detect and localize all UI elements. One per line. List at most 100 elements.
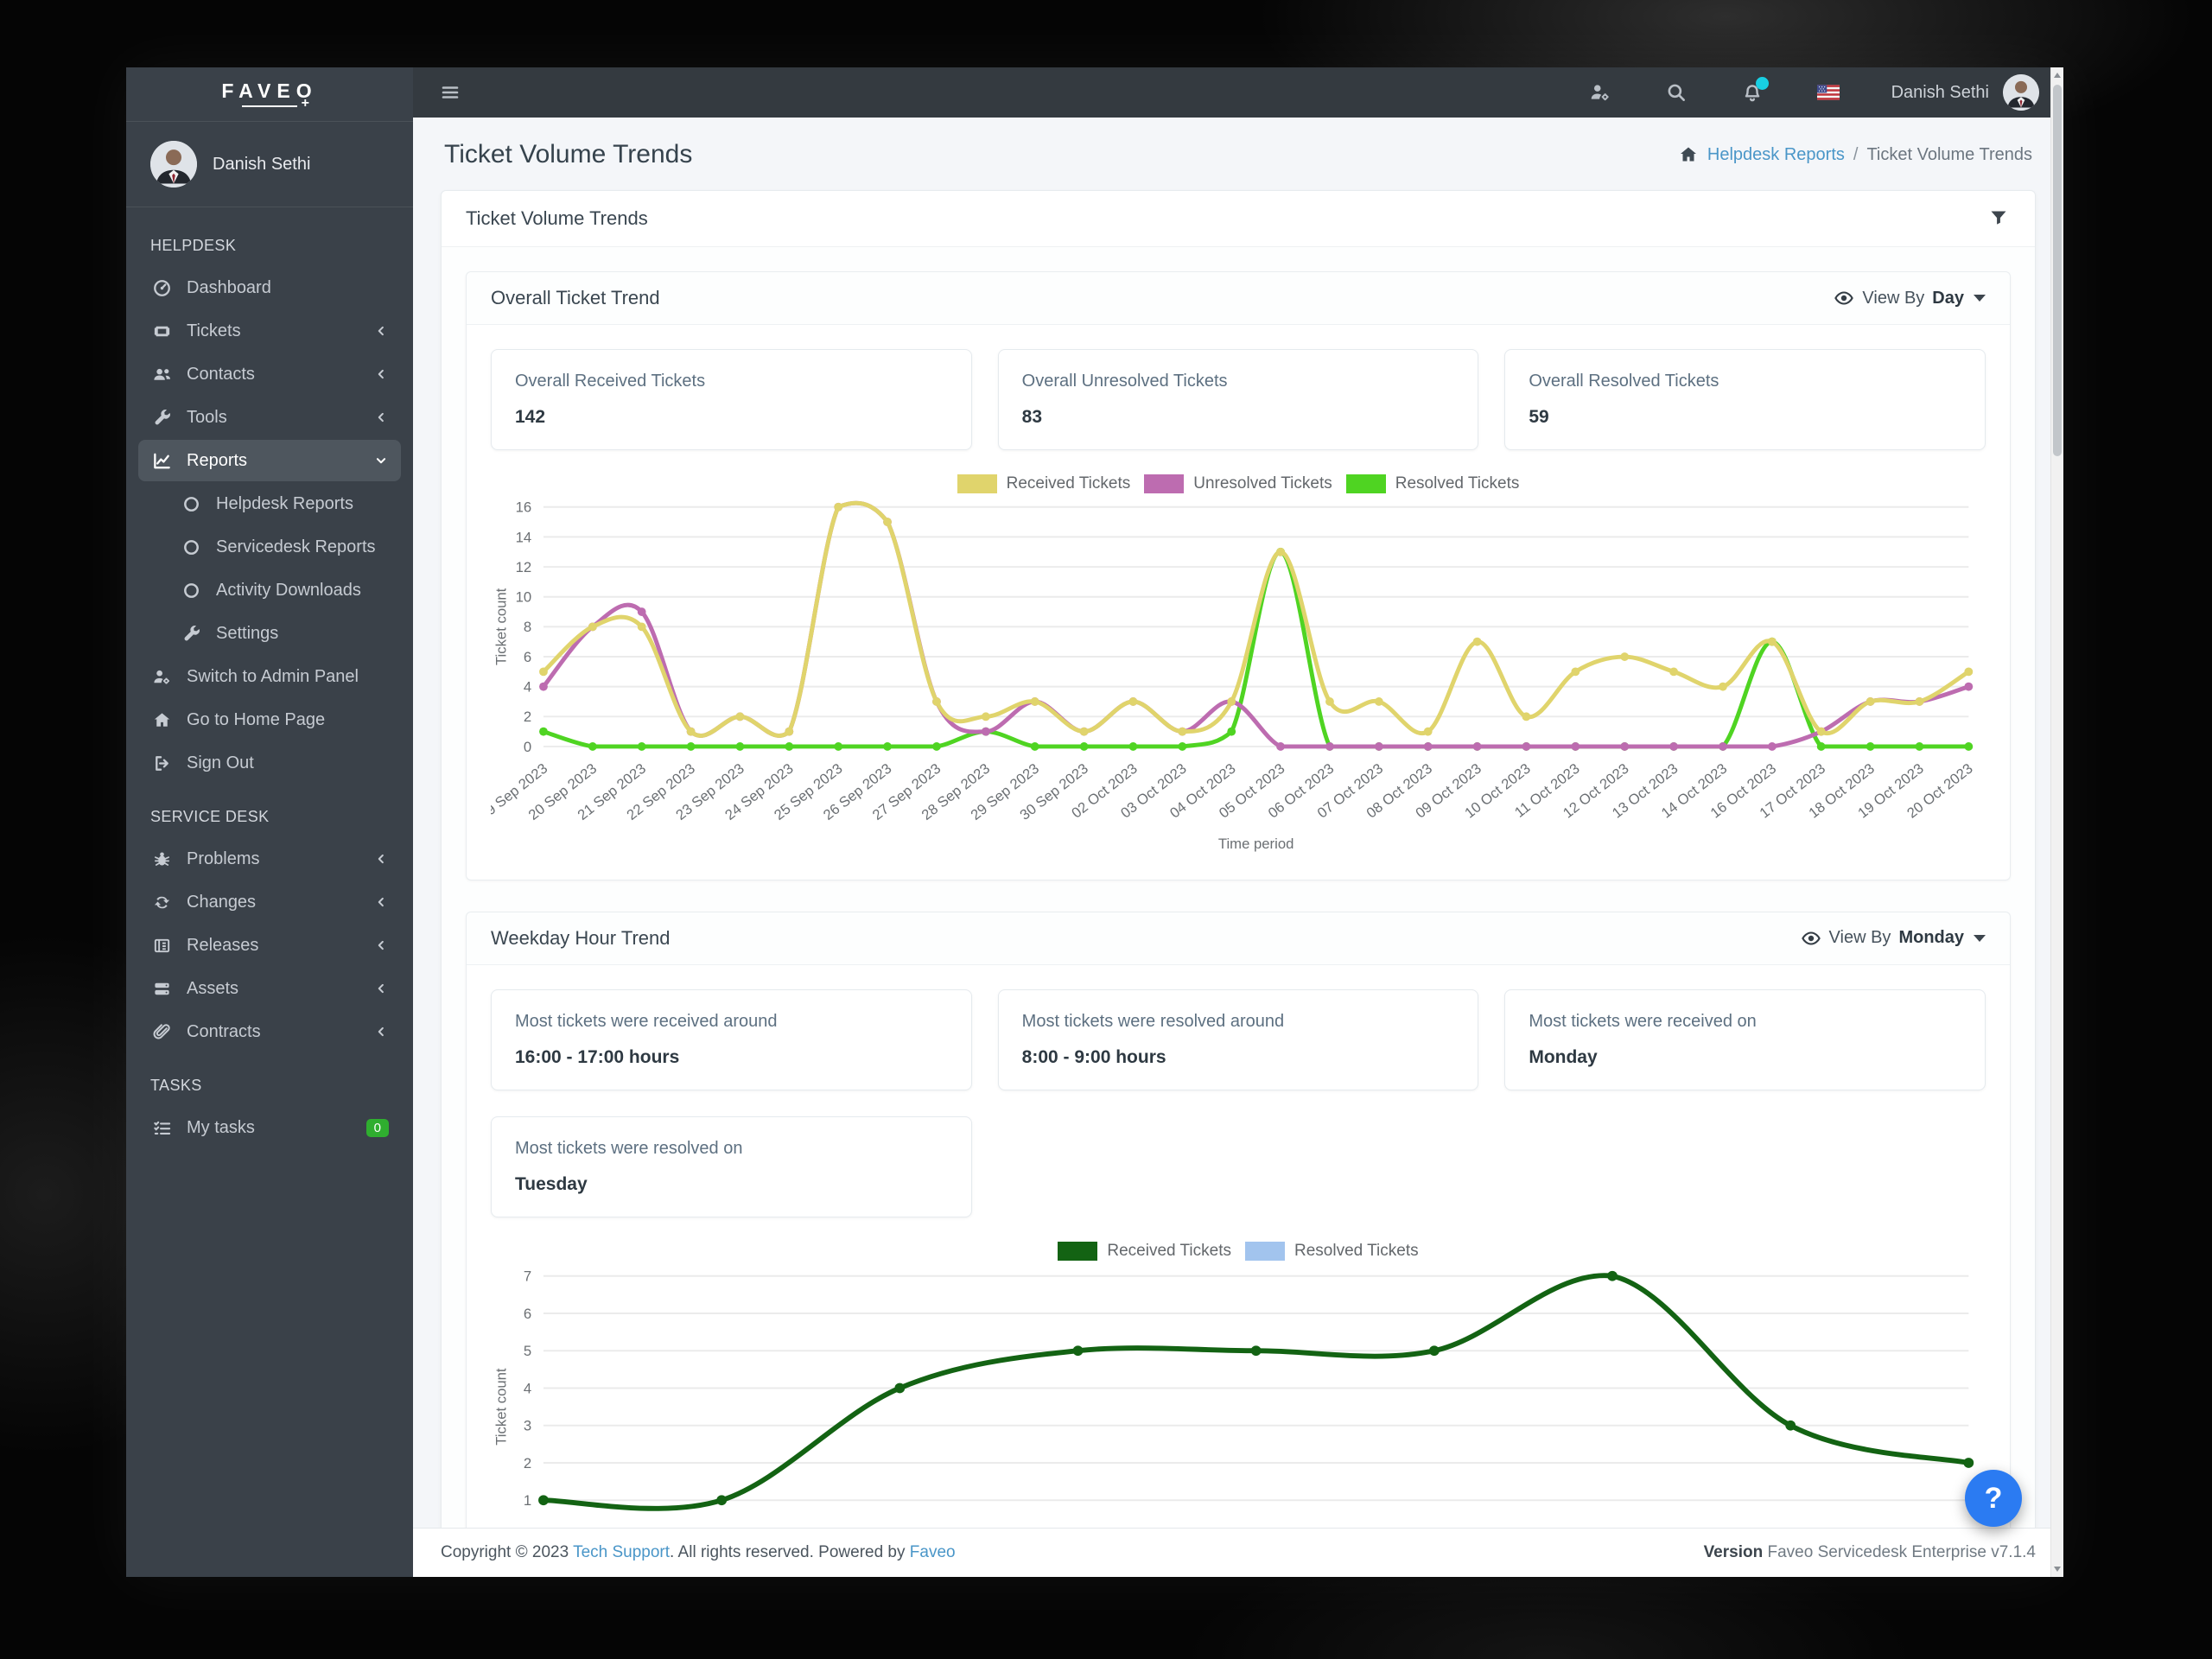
sidebar-item-go-to-home-page[interactable]: Go to Home Page [138,699,401,741]
vertical-scrollbar[interactable] [2050,67,2063,1577]
version-label: Version [1703,1543,1764,1561]
sidebar-item-my-tasks[interactable]: My tasks 0 [138,1107,401,1148]
chevron-left-icon [373,1024,389,1039]
stat-card-most-tickets-were-received-on: Most tickets were received on Monday [1504,988,1986,1090]
stat-label: Most tickets were resolved around [1021,1011,1285,1031]
sidebar-item-servicedesk-reports[interactable]: Servicedesk Reports [138,526,401,568]
legend-label: Unresolved Tickets [1193,474,1332,493]
stat-value: 83 [1021,407,1043,427]
scroll-up-arrow[interactable] [2051,68,2063,82]
svg-text:4: 4 [524,1380,531,1396]
sidebar-item-contracts[interactable]: Contracts [138,1011,401,1052]
sidebar-user-panel[interactable]: Danish Sethi [126,122,413,207]
svg-text:1: 1 [524,1492,531,1509]
chevron-left-icon [373,938,389,953]
weekday-chart-svg: 01234567070910111214161721Time periodTic… [493,1268,1974,1511]
svg-text:5: 5 [524,1343,531,1359]
topbar: Danish Sethi [413,67,2063,118]
sidebar-item-label: Tickets [187,321,241,340]
legend-swatch [1058,1241,1098,1261]
bell-icon[interactable] [1739,77,1769,105]
sidebar-item-releases[interactable]: Releases [138,925,401,966]
sidebar-item-reports[interactable]: Reports [138,440,401,481]
tasks-icon [150,1117,173,1138]
caret-down-icon [1974,934,1986,942]
hamburger-menu-icon[interactable] [437,79,463,105]
topbar-user-menu[interactable]: Danish Sethi [1891,74,2039,111]
view-by-day-dropdown[interactable]: View By Day [1834,288,1986,308]
view-by-weekday-dropdown[interactable]: View By Monday [1801,928,1986,949]
circle-outline-icon [180,493,202,514]
sidebar-item-label: Go to Home Page [187,709,326,729]
svg-text:7: 7 [524,1268,531,1284]
legend-item-resolved-tickets: Resolved Tickets [1245,1241,1419,1261]
server-icon [150,978,173,999]
sidebar-item-assets[interactable]: Assets [138,968,401,1009]
chart-legend: Received Tickets Resolved Tickets [491,1241,1986,1261]
sidebar-item-activity-downloads[interactable]: Activity Downloads [138,569,401,611]
breadcrumb-separator: / [1853,144,1859,164]
filter-icon[interactable] [1988,207,2011,230]
sidebar-item-label: Changes [187,892,257,912]
sidebar-item-contacts[interactable]: Contacts [138,353,401,395]
ticket-icon [150,321,173,341]
card-title: Ticket Volume Trends [466,207,648,229]
app-logo[interactable]: FAVEO [126,67,413,122]
help-button[interactable]: ? [1965,1470,2022,1527]
section-title: Overall Ticket Trend [491,287,660,308]
scrollbar-thumb[interactable] [2053,85,2062,456]
logo-text-wrap: FAVEO [221,81,317,112]
sidebar-item-settings[interactable]: Settings [138,613,401,654]
home-icon[interactable] [1678,144,1699,165]
home-icon [150,709,173,730]
sidebar-user-name: Danish Sethi [213,154,311,174]
legend-label: Received Tickets [1006,474,1131,493]
sign-out-icon [150,753,173,773]
task-count-badge: 0 [365,1118,389,1137]
wrench-icon [150,407,173,428]
breadcrumb-link[interactable]: Helpdesk Reports [1707,145,1845,165]
view-by-label: View By [1828,928,1891,948]
sidebar-item-problems[interactable]: Problems [138,838,401,880]
sidebar-item-helpdesk-reports[interactable]: Helpdesk Reports [138,483,401,524]
sidebar-item-label: Reports [187,450,248,470]
svg-text:14: 14 [516,529,532,545]
search-icon[interactable] [1663,79,1689,105]
copyright-middle: . All rights reserved. Powered by [670,1543,906,1561]
scroll-down-arrow[interactable] [2051,1562,2063,1576]
sidebar-item-dashboard[interactable]: Dashboard [138,267,401,308]
chevron-left-icon [373,366,389,382]
sidebar-item-tickets[interactable]: Tickets [138,310,401,352]
company-link[interactable]: Tech Support [573,1543,670,1561]
sidebar-item-tools[interactable]: Tools [138,397,401,438]
chevron-left-icon [373,894,389,910]
sidebar-item-changes[interactable]: Changes [138,881,401,923]
sidebar-item-switch-to-admin-panel[interactable]: Switch to Admin Panel [138,656,401,697]
stat-value: Tuesday [515,1173,588,1194]
stat-label: Overall Unresolved Tickets [1021,372,1228,391]
sidebar-item-label: Activity Downloads [216,580,361,600]
sidebar-item-label: Contracts [187,1021,261,1041]
flag-us-icon[interactable] [1815,79,1841,105]
series-line-received-tickets [541,1273,1972,1511]
chevron-left-icon [373,851,389,867]
svg-text:0: 0 [524,739,531,755]
page-header: Ticket Volume Trends Helpdesk Reports / … [441,121,2036,190]
overall-chart-svg: 024681012141619 Sep 202320 Sep 202321 Se… [491,499,1976,852]
card-header: Ticket Volume Trends [442,191,2035,247]
stat-card-most-tickets-were-received-around: Most tickets were received around 16:00 -… [491,988,972,1090]
page-title: Ticket Volume Trends [444,140,693,168]
sidebar-item-label: My tasks [187,1117,255,1137]
user-gear-icon [150,666,173,687]
circle-outline-icon [180,537,202,557]
sidebar-item-label: Contacts [187,364,255,384]
stat-card-overall-resolved-tickets: Overall Resolved Tickets 59 [1504,349,1986,450]
svg-text:Time period: Time period [1218,836,1294,852]
overall-ticket-trend-section: Overall Ticket Trend View By Day Overall… [466,271,2011,880]
user-gear-icon[interactable] [1587,79,1613,105]
sidebar-item-sign-out[interactable]: Sign Out [138,742,401,784]
stat-card-most-tickets-were-resolved-on: Most tickets were resolved on Tuesday [491,1116,972,1217]
legend-item-received-tickets: Received Tickets [1058,1241,1231,1261]
view-by-value: Day [1932,288,1964,308]
brand-link[interactable]: Faveo [910,1543,956,1561]
